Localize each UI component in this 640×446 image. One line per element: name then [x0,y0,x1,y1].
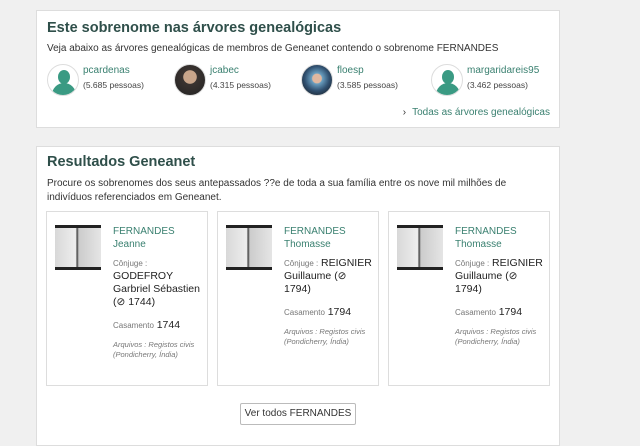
archive: Arquivos : Registos civis (Pondicherry, … [455,327,537,346]
default-avatar-icon [431,64,463,96]
surname[interactable]: FERNANDES [284,225,376,238]
given-name[interactable]: Thomasse [455,238,547,251]
trees-panel: Este sobrenome nas árvores genealógicas … [36,10,560,128]
spouse-label: Cônjuge : [455,259,490,268]
all-trees-link[interactable]: › Todas as árvores genealógicas [403,107,550,118]
surname[interactable]: FERNANDES [113,225,205,238]
record-thumbnail [397,225,443,270]
member-link[interactable]: margaridareis95 [467,65,539,76]
results-panel: Resultados Geneanet Procure os sobrenome… [36,146,560,446]
given-name[interactable]: Jeanne [113,238,205,251]
archive: Arquivos : Registos civis (Pondicherry, … [113,340,195,359]
avatar [174,64,206,96]
view-all-button[interactable]: Ver todos FERNANDES [240,403,356,425]
member-count: (3.585 pessoas) [337,80,398,90]
all-trees-label: Todas as árvores genealógicas [412,107,550,118]
result-card[interactable]: FERNANDES Thomasse Cônjuge : REIGNIER Gui… [388,211,550,386]
trees-title: Este sobrenome nas árvores genealógicas [47,20,342,36]
avatar [301,64,333,96]
spouse-label: Cônjuge : [284,259,319,268]
member-link[interactable]: floesp [337,65,398,76]
trees-description: Veja abaixo as árvores genealógicas de m… [47,43,499,54]
member-pcardenas[interactable]: pcardenas (5.685 pessoas) [47,64,144,96]
record-thumbnail [55,225,101,270]
member-count: (3.462 pessoas) [467,80,528,90]
member-count: (5.685 pessoas) [83,80,144,90]
result-card[interactable]: FERNANDES Jeanne Cônjuge : GODEFROY Garbri… [46,211,208,386]
member-jcabec[interactable]: jcabec (4.315 pessoas) [174,64,271,96]
results-title: Resultados Geneanet [47,154,196,170]
given-name[interactable]: Thomasse [284,238,376,251]
spouse: GODEFROY Garbriel Sébastien (⊘ 1744) [113,270,200,308]
chevron-right-icon: › [402,107,407,118]
event-year: 1794 [327,306,352,318]
result-card[interactable]: FERNANDES Thomasse Cônjuge : REIGNIER Gui… [217,211,379,386]
event-label: Casamento [284,308,325,317]
event-label: Casamento [113,321,154,330]
member-floesp[interactable]: floesp (3.585 pessoas) [301,64,398,96]
record-thumbnail [226,225,272,270]
results-description: Procure os sobrenomes dos seus antepassa… [47,178,507,203]
event-label: Casamento [455,308,496,317]
default-avatar-icon [47,64,79,96]
member-count: (4.315 pessoas) [210,80,271,90]
spouse-label: Cônjuge : [113,259,148,268]
event-year: 1794 [498,306,523,318]
archive: Arquivos : Registos civis (Pondicherry, … [284,327,366,346]
member-link[interactable]: pcardenas [83,65,144,76]
event-year: 1744 [156,319,181,331]
member-margaridareis95[interactable]: margaridareis95 (3.462 pessoas) [431,64,539,96]
surname[interactable]: FERNANDES [455,225,547,238]
member-link[interactable]: jcabec [210,65,271,76]
